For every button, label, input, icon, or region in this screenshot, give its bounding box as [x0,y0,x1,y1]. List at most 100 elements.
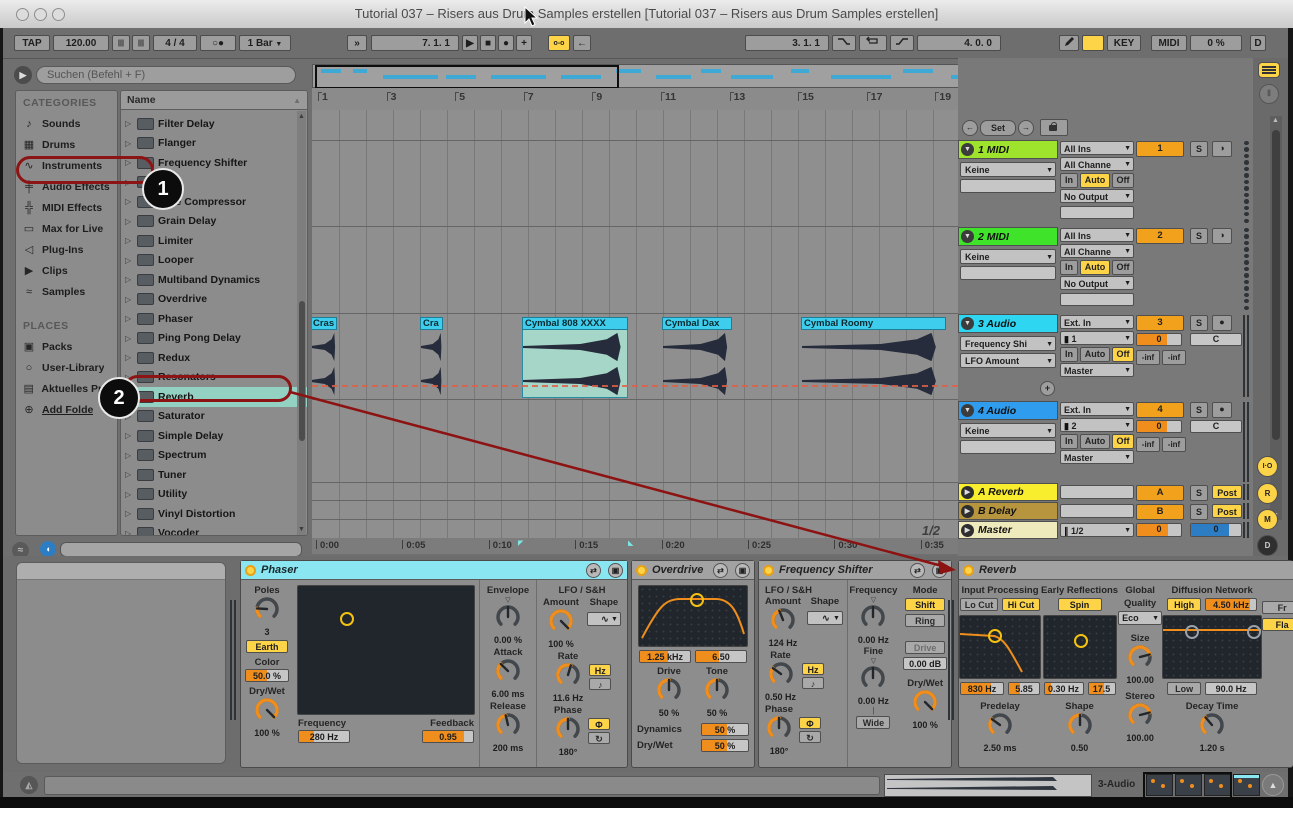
track-header-3-audio[interactable]: ▼3 Audio [958,314,1058,333]
fs-rate-hz-button[interactable]: Hz [802,663,824,675]
fs-drywet-knob[interactable] [912,689,938,720]
drive-knob[interactable] [656,677,682,708]
lo-cut-button[interactable]: Lo Cut [960,598,998,611]
fs-fine-knob[interactable] [860,665,886,696]
session-view-selector[interactable]: ⦀ [1259,84,1279,104]
track-header-4-audio[interactable]: ▼4 Audio [958,401,1058,420]
earth-button[interactable]: Earth [246,640,288,653]
color-value[interactable]: 50.0 % [245,669,289,682]
lfo-amount-knob[interactable] [543,608,579,639]
track3-input-type[interactable]: Ext. In▼ [1060,315,1134,329]
track2-input-type[interactable]: All Ins▼ [1060,228,1134,242]
stereo-knob[interactable] [1127,702,1153,733]
monitor-auto-button[interactable]: Auto [1080,173,1110,188]
fold-track-icon[interactable]: ▼ [961,404,974,417]
scroll-thumb[interactable] [1272,130,1280,440]
phaser-marker[interactable] [340,612,354,626]
back-to-arrangement-button[interactable]: ← [573,35,591,51]
return-a-post-button[interactable]: Post [1212,485,1242,499]
overdub-button[interactable]: + [516,35,532,51]
spin-button[interactable]: Spin [1058,598,1102,611]
overdrive-title-bar[interactable]: Overdrive ⇄ ▣ [632,561,754,580]
track3-activator[interactable]: 3 [1136,315,1184,331]
scroll-down-icon[interactable]: ▼ [298,526,305,533]
wide-button[interactable]: Wide [856,716,890,729]
track1-output[interactable]: No Output▼ [1060,189,1134,203]
input-freq-value[interactable]: 830 Hz [960,682,1004,695]
flat-button-clipped[interactable]: Fla [1262,618,1293,631]
hot-swap-icon[interactable]: ⇄ [586,563,601,578]
loop-button[interactable] [859,35,887,51]
early-reflections-display[interactable] [1043,615,1117,679]
scroll-up-icon[interactable]: ▲ [1272,117,1279,124]
spin-freq-value[interactable]: 0.30 Hz [1044,682,1084,695]
punch-in-button[interactable] [832,35,856,51]
monitor-in-button[interactable]: In [1060,260,1078,275]
fs-phi-button[interactable]: Φ [799,717,821,729]
monitor-in-button[interactable]: In [1060,434,1078,449]
spin-mode-button[interactable]: ↻ [588,732,610,744]
clip-title[interactable]: Cras [312,317,337,330]
hot-swap-icon[interactable]: ⇄ [713,563,728,578]
track1-param-box[interactable] [960,179,1056,193]
sidebar-item-samples[interactable]: ≈Samples [16,281,117,302]
disclosure-triangle-icon[interactable]: ▷ [125,256,133,265]
track3-device-chooser[interactable]: Frequency Shi▼ [960,336,1056,351]
disclosure-triangle-icon[interactable]: ▷ [125,139,133,148]
loop-start-field[interactable]: 3. 1. 1 [745,35,829,51]
tempo-field[interactable]: 120.00 [53,35,109,51]
fold-track-icon[interactable]: ▼ [961,143,974,156]
fold-track-icon[interactable]: ▼ [961,230,974,243]
browser-item-tuner[interactable]: ▷Tuner [121,465,307,485]
phaser-title-bar[interactable]: Phaser ⇄ ▣ [241,561,627,580]
place-item-packs[interactable]: ▣Packs [16,336,117,357]
browser-item-overdrive[interactable]: ▷Overdrive [121,290,307,310]
show-io-section-button[interactable]: I·O [1257,456,1278,477]
return-b-solo-button[interactable]: S [1190,504,1208,520]
track1-input-channel[interactable]: All Channe▼ [1060,157,1134,171]
device-thumbnail[interactable] [1175,774,1202,796]
show-delay-section-button[interactable]: D [1257,535,1278,556]
clip-title[interactable]: Cra [420,317,443,330]
master-track-header[interactable]: ▶Master [958,521,1058,539]
device-on-icon[interactable] [763,565,774,576]
track3-param-chooser[interactable]: LFO Amount▼ [960,353,1056,368]
return-b-activator[interactable]: B [1136,504,1184,520]
prev-locator-button[interactable]: ← [962,120,978,136]
return-b-box[interactable] [1060,504,1134,518]
clip-sample-overview[interactable] [884,774,1092,797]
arrangement-overview[interactable] [312,64,960,88]
overdrive-q-value[interactable]: 6.50 [695,650,747,663]
overdrive-filter-display[interactable] [638,585,748,647]
place-item-user-library[interactable]: ○User-Library [16,357,117,378]
quantization-menu[interactable]: 1 Bar ▼ [239,35,291,51]
fs-coarse-knob[interactable] [860,604,886,635]
track4-volume[interactable]: 0 [1136,420,1182,433]
track4-device-chooser[interactable]: Keine▼ [960,423,1056,438]
track1-activator[interactable]: 1 [1136,141,1184,157]
frequency-shifter-title-bar[interactable]: Frequency Shifter ⇄ ▣ [759,561,951,580]
disclosure-triangle-icon[interactable]: ▷ [125,197,133,206]
monitor-off-button[interactable]: Off [1112,173,1134,188]
disclosure-triangle-icon[interactable]: ▷ [125,353,133,362]
device-thumbnail[interactable] [1204,774,1231,796]
show-returns-section-button[interactable]: R [1257,483,1278,504]
browser-item-filter-delay[interactable]: ▷Filter Delay [121,114,307,134]
key-map-button[interactable]: KEY [1107,35,1141,51]
track2-param-box[interactable] [960,266,1056,280]
monitor-auto-button[interactable]: Auto [1080,260,1110,275]
fs-drive-button[interactable]: Drive [905,641,945,654]
disclosure-triangle-icon[interactable]: ▷ [125,275,133,284]
midi-map-button[interactable]: MIDI [1151,35,1187,51]
clip-title[interactable]: Cymbal Dax [662,317,732,330]
device-chain-overview[interactable] [1146,773,1260,796]
disclosure-triangle-icon[interactable]: ▷ [125,451,133,460]
save-preset-icon[interactable]: ▣ [735,563,750,578]
scroll-up-icon[interactable]: ▲ [298,113,305,120]
input-filter-display[interactable] [959,615,1041,679]
next-locator-button[interactable]: → [1018,120,1034,136]
sidebar-item-sounds[interactable]: ♪Sounds [16,113,117,134]
info-view-icon[interactable]: ◭ [20,776,38,794]
punch-out-button[interactable] [890,35,914,51]
clip-title[interactable]: Cymbal Roomy [801,317,946,330]
